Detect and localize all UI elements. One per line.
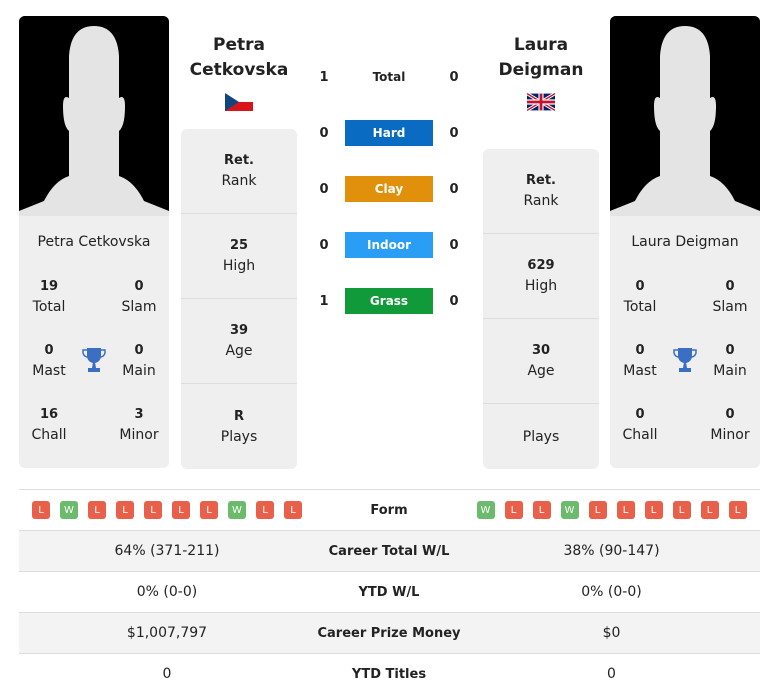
form-loss-badge[interactable]: L	[616, 501, 635, 519]
form-loss-badge[interactable]: L	[172, 501, 190, 519]
player2-chall: 0 Chall	[622, 407, 658, 443]
player2-title[interactable]: Laura Deigman	[482, 33, 600, 83]
row-prize: $1,007,797 Career Prize Money $0	[19, 612, 760, 653]
player1-high: 25 High	[181, 214, 297, 299]
player1-age: 39 Age	[181, 299, 297, 384]
player2-mast: 0 Mast	[623, 343, 657, 379]
form-win-badge[interactable]: W	[560, 501, 579, 519]
player1-total: 19 Total	[32, 279, 66, 315]
silhouette-icon	[19, 16, 169, 216]
player2-info: Ret. Rank 629 High 30 Age Plays	[483, 149, 599, 469]
form-loss-badge[interactable]: L	[116, 501, 134, 519]
player2-photo	[610, 16, 760, 216]
silhouette-icon	[610, 16, 760, 216]
player2-name: Laura Deigman	[631, 234, 739, 250]
player1-minor: 3 Minor	[119, 407, 159, 443]
form-loss-badge[interactable]: L	[672, 501, 691, 519]
player1-slam: 0 Slam	[121, 279, 157, 315]
form-loss-badge[interactable]: L	[504, 501, 523, 519]
form-win-badge[interactable]: W	[228, 501, 246, 519]
player1-name: Petra Cetkovska	[37, 234, 151, 250]
form-win-badge[interactable]: W	[60, 501, 78, 519]
trophy-icon	[82, 348, 106, 372]
player1-info: Ret. Rank 25 High 39 Age R Plays	[181, 129, 297, 469]
player1-plays: R Plays	[220, 408, 258, 445]
player1-rank: Ret. Rank	[181, 129, 297, 214]
form-loss-badge[interactable]: L	[144, 501, 162, 519]
player2-high: 629 High	[483, 234, 599, 319]
form-win-badge[interactable]: W	[476, 501, 495, 519]
player2-plays: Plays	[522, 428, 560, 445]
player2-age: 30 Age	[483, 319, 599, 404]
row-ytd-titles: 0 YTD Titles 0	[19, 653, 760, 694]
row-ytd-wl: 0% (0-0) YTD W/L 0% (0-0)	[19, 571, 760, 612]
form-loss-badge[interactable]: L	[284, 501, 302, 519]
form-loss-badge[interactable]: L	[256, 501, 274, 519]
form-loss-badge[interactable]: L	[88, 501, 106, 519]
player1-title[interactable]: Petra Cetkovska	[180, 33, 298, 83]
player1-form: LWLLLLLWLL	[19, 501, 315, 519]
form-loss-badge[interactable]: L	[532, 501, 551, 519]
uk-flag-icon	[527, 93, 555, 111]
form-loss-badge[interactable]: L	[700, 501, 719, 519]
h2h-row-hard: 0 Hard 0	[314, 120, 464, 146]
form-loss-badge[interactable]: L	[588, 501, 607, 519]
form-loss-badge[interactable]: L	[200, 501, 218, 519]
player1-main: 0 Main	[122, 343, 156, 379]
player2-main: 0 Main	[713, 343, 747, 379]
form-loss-badge[interactable]: L	[728, 501, 747, 519]
h2h-row-grass: 1 Grass 0	[314, 288, 464, 314]
player2-slam: 0 Slam	[712, 279, 748, 315]
comparison-table: LWLLLLLWLL Form WLLWLLLLLL 64% (371-211)…	[19, 489, 760, 694]
trophy-icon	[673, 348, 697, 372]
player2-rank: Ret. Rank	[483, 149, 599, 234]
player1-photo	[19, 16, 169, 216]
player2-form: WLLWLLLLLL	[463, 501, 760, 519]
form-loss-badge[interactable]: L	[32, 501, 50, 519]
h2h-row-total: 1 Total 0	[319, 69, 459, 85]
player2-total: 0 Total	[623, 279, 657, 315]
row-form: LWLLLLLWLL Form WLLWLLLLLL	[19, 489, 760, 530]
player1-mast: 0 Mast	[32, 343, 66, 379]
h2h-row-clay: 0 Clay 0	[314, 176, 464, 202]
row-career-wl: 64% (371-211) Career Total W/L 38% (90-1…	[19, 530, 760, 571]
player2-minor: 0 Minor	[710, 407, 750, 443]
player1-chall: 16 Chall	[31, 407, 67, 443]
h2h-table: 1 Total 0 0 Hard 0 0 Clay 0 0 Indoor 0 1…	[314, 64, 464, 314]
czech-flag-icon	[225, 93, 253, 111]
form-loss-badge[interactable]: L	[644, 501, 663, 519]
h2h-row-indoor: 0 Indoor 0	[314, 232, 464, 258]
